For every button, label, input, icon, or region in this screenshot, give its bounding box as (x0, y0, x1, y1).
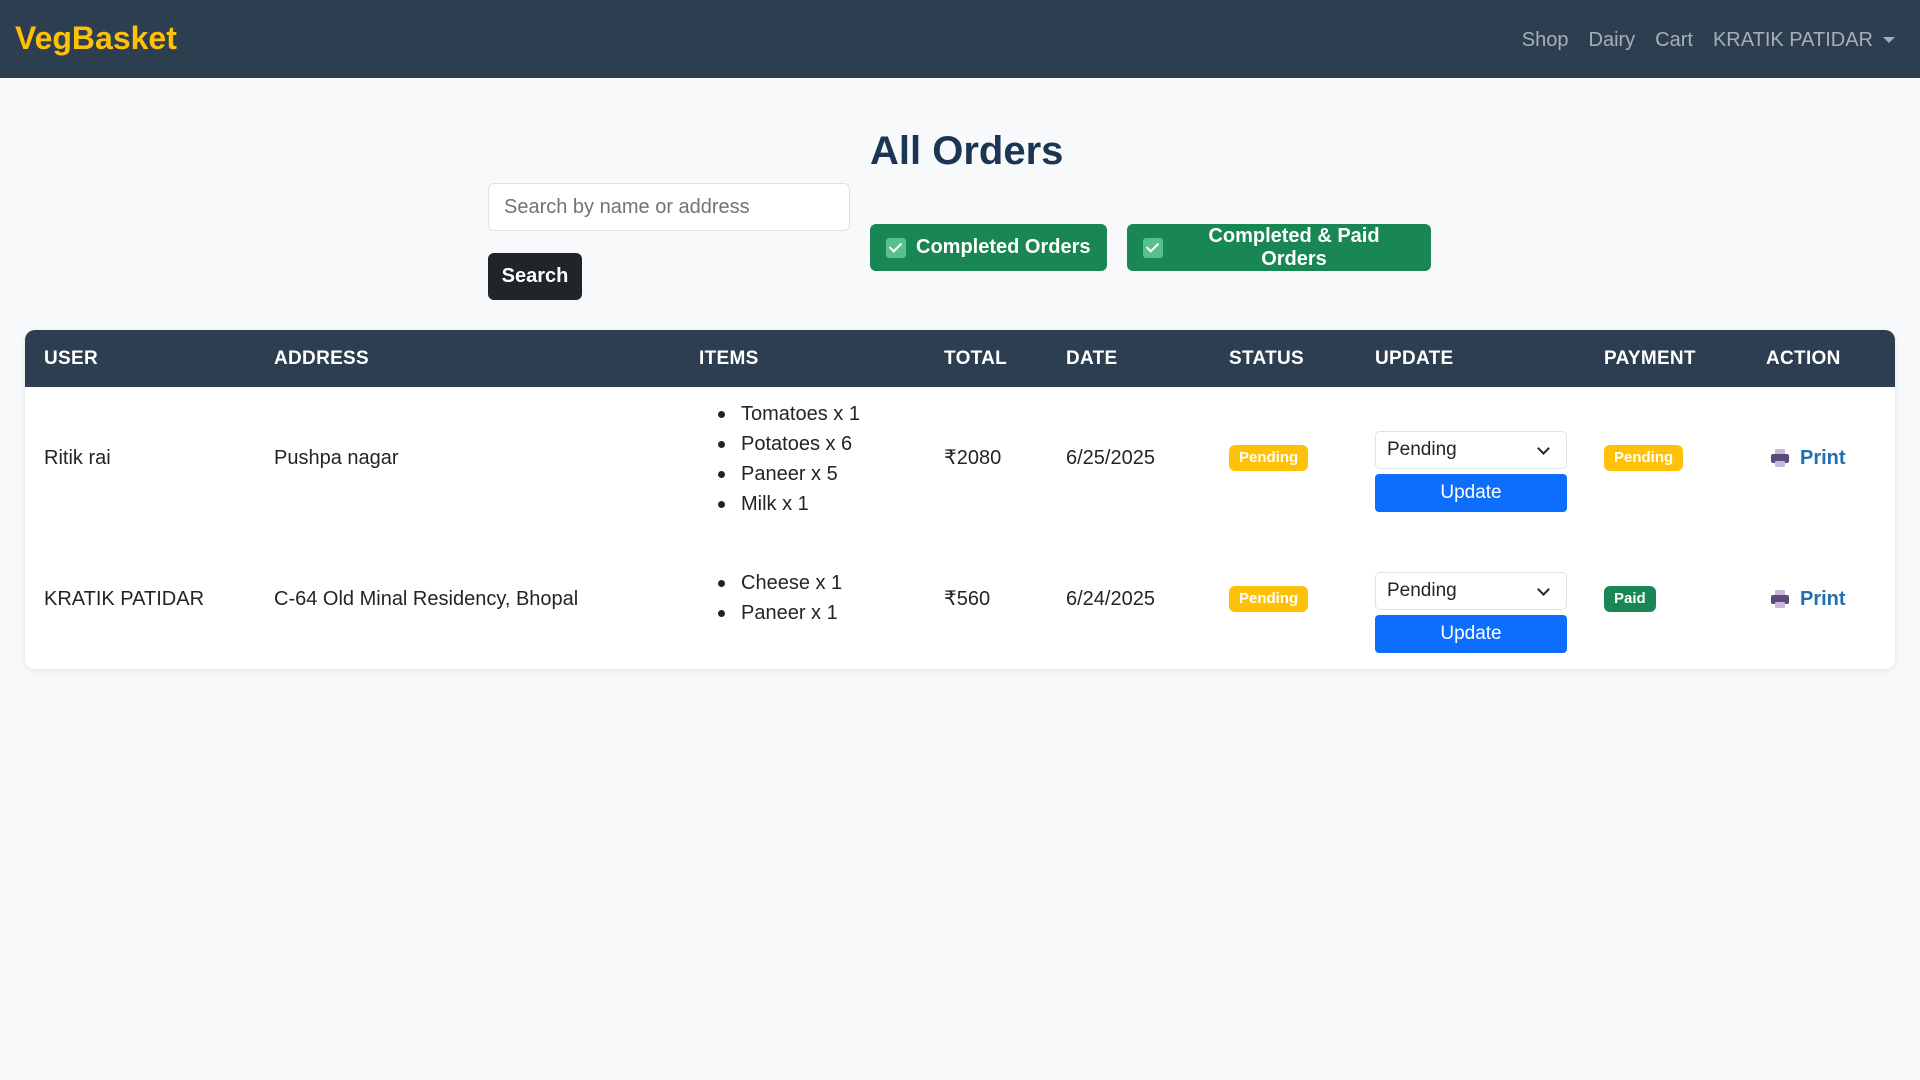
status-select[interactable]: Pending (1375, 431, 1567, 469)
table-row: KRATIK PATIDAR C-64 Old Minal Residency,… (25, 529, 1895, 669)
orders-table: USER ADDRESS ITEMS TOTAL DATE STATUS UPD… (25, 330, 1895, 669)
column-header-address: ADDRESS (274, 348, 370, 369)
nav-link-dairy[interactable]: Dairy (1589, 24, 1636, 56)
list-item: Milk x 1 (718, 489, 860, 519)
column-header-update: UPDATE (1375, 348, 1454, 369)
cell-items: Tomatoes x 1 Potatoes x 6 Paneer x 5 Mil… (718, 399, 860, 519)
cell-total: ₹2080 (944, 447, 1002, 469)
print-link[interactable]: Print (1770, 584, 1846, 614)
payment-badge: Paid (1604, 586, 1656, 612)
search-input[interactable] (488, 183, 850, 231)
print-label: Print (1800, 447, 1846, 469)
status-select-value: Pending (1387, 580, 1457, 601)
chevron-down-icon (1537, 442, 1550, 455)
cell-date: 6/25/2025 (1066, 447, 1155, 469)
payment-badge: Pending (1604, 445, 1684, 471)
chevron-down-icon (1537, 583, 1550, 596)
list-item: Potatoes x 6 (718, 429, 860, 459)
column-header-user: USER (44, 348, 98, 369)
column-header-items: ITEMS (699, 348, 759, 369)
table-row: Ritik rai Pushpa nagar Tomatoes x 1 Pota… (25, 387, 1895, 529)
cell-total: ₹560 (944, 588, 991, 610)
cell-address: C-64 Old Minal Residency, Bhopal (274, 588, 579, 610)
page-title: All Orders (870, 129, 1064, 173)
cell-user: KRATIK PATIDAR (44, 588, 205, 610)
completed-orders-label: Completed Orders (916, 236, 1091, 258)
print-label: Print (1800, 588, 1846, 610)
search-button[interactable]: Search (488, 253, 582, 300)
update-button[interactable]: Update (1375, 615, 1567, 653)
navbar: VegBasket Shop Dairy Cart KRATIK PATIDAR (0, 0, 1920, 78)
list-item: Paneer x 1 (718, 598, 842, 628)
list-item: Cheese x 1 (718, 568, 842, 598)
column-header-action: ACTION (1766, 348, 1841, 369)
completed-paid-orders-button[interactable]: Completed & Paid Orders (1127, 224, 1431, 271)
nav-link-cart[interactable]: Cart (1655, 24, 1693, 56)
column-header-date: DATE (1066, 348, 1118, 369)
table-header: USER ADDRESS ITEMS TOTAL DATE STATUS UPD… (25, 330, 1895, 387)
status-badge: Pending (1229, 586, 1309, 612)
printer-icon (1770, 448, 1790, 468)
checkbox-checked-icon (886, 237, 906, 258)
cell-items: Cheese x 1 Paneer x 1 (718, 568, 842, 628)
cell-address: Pushpa nagar (274, 447, 399, 469)
nav-links: Shop Dairy Cart KRATIK PATIDAR (1522, 24, 1895, 56)
user-name: KRATIK PATIDAR (1712, 29, 1873, 51)
completed-paid-orders-label: Completed & Paid Orders (1208, 224, 1380, 270)
column-header-status: STATUS (1229, 348, 1304, 369)
cell-date: 6/24/2025 (1066, 588, 1155, 610)
completed-orders-button[interactable]: Completed Orders (870, 224, 1107, 271)
list-item: Paneer x 5 (718, 459, 860, 489)
list-item: Tomatoes x 1 (718, 399, 860, 429)
cell-user: Ritik rai (44, 447, 111, 469)
caret-down-icon (1883, 37, 1895, 43)
status-badge: Pending (1229, 445, 1309, 471)
status-select-value: Pending (1387, 439, 1457, 460)
checkbox-checked-icon (1143, 237, 1163, 258)
update-button[interactable]: Update (1375, 474, 1567, 512)
nav-link-shop[interactable]: Shop (1522, 24, 1569, 56)
brand-logo[interactable]: VegBasket (15, 18, 177, 58)
status-select[interactable]: Pending (1375, 572, 1567, 610)
printer-icon (1770, 589, 1790, 609)
column-header-payment: PAYMENT (1604, 348, 1696, 369)
print-link[interactable]: Print (1770, 443, 1846, 473)
user-menu-dropdown[interactable]: KRATIK PATIDAR (1713, 24, 1895, 56)
column-header-total: TOTAL (944, 348, 1008, 369)
